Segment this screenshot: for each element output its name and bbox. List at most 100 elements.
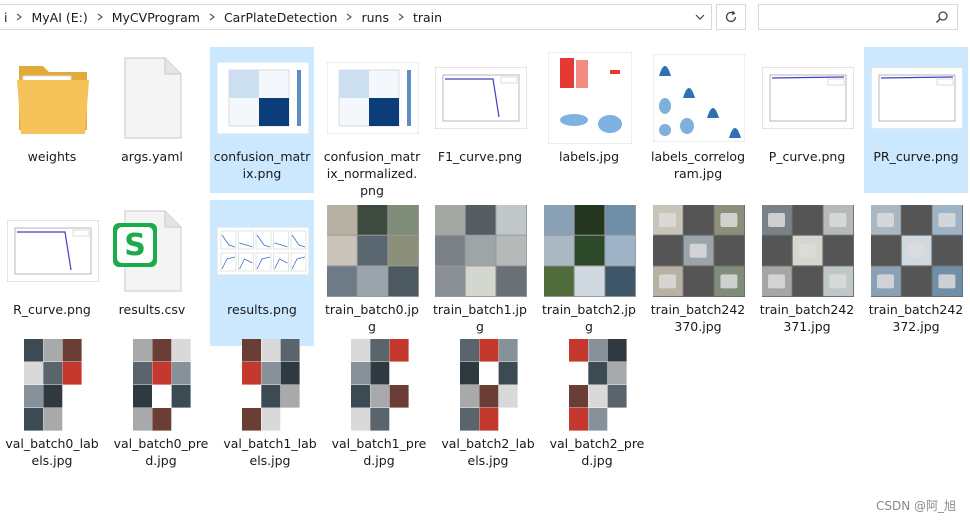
file-item[interactable]: confusion_matrix.png [210,47,314,193]
thumbnail-image [871,205,963,297]
file-thumbnail [871,52,963,144]
breadcrumb-separator[interactable] [342,5,356,29]
file-item[interactable]: val_batch1_pred.jpg [327,334,431,480]
file-thumbnail: S [107,205,199,297]
file-item[interactable]: val_batch0_pred.jpg [109,334,213,480]
file-item[interactable]: weights [0,47,104,193]
file-thumbnail [217,52,309,144]
file-name: val_batch0_pred.jpg [113,436,209,468]
thumbnail-image: S [113,210,182,292]
file-item[interactable]: results.png [210,200,314,346]
file-thumbnail [762,205,854,297]
thumbnail-image [548,52,632,144]
breadcrumb-separator[interactable] [205,5,219,29]
thumbnail-image [124,57,182,139]
file-thumbnail [7,339,99,431]
breadcrumb-item[interactable]: MyCVProgram [107,5,219,29]
file-name: PR_curve.png [873,149,959,164]
file-item[interactable]: labels_correlogram.jpg [646,47,750,193]
thumbnail-image [217,227,309,275]
breadcrumb-item[interactable]: runs [356,5,408,29]
breadcrumb-label: MyAI (E:) [31,9,88,25]
chevron-down-icon [695,14,705,20]
file-thumbnail [116,339,208,431]
search-input[interactable] [765,8,929,28]
file-item[interactable]: PR_curve.png [864,47,968,193]
file-name: train_batch0.jpg [325,302,419,334]
thumbnail-image [653,205,745,297]
file-item[interactable]: train_batch242371.jpg [755,200,859,346]
thumbnail-image [871,67,963,129]
file-item[interactable]: val_batch1_labels.jpg [218,334,322,480]
file-item[interactable]: train_batch1.jpg [428,200,532,346]
file-item[interactable]: R_curve.png [0,200,104,346]
file-item[interactable]: train_batch0.jpg [320,200,424,346]
breadcrumb-label: MyCVProgram [111,9,200,25]
breadcrumb-item[interactable]: CarPlateDetection [219,5,357,29]
thumbnail-image [7,220,99,282]
file-name: train_batch242372.jpg [868,302,964,334]
file-item[interactable]: F1_curve.png [428,47,532,193]
breadcrumb-label: train [412,9,443,25]
refresh-icon [725,10,737,23]
breadcrumb-separator[interactable] [93,5,107,29]
file-name: results.png [227,302,297,317]
file-name: F1_curve.png [437,149,523,164]
breadcrumb-item[interactable]: MyAI (E:) [26,5,106,29]
thumbnail-image [133,339,191,431]
file-name: labels_correlogram.jpg [650,149,746,181]
file-name: confusion_matrix_normalized.png [323,149,421,198]
file-thumbnail [7,205,99,297]
file-thumbnail [7,52,99,144]
address-toolbar: i MyAI (E:) MyCVProgram CarPlateDetection ru… [0,0,970,38]
thumbnail-image [327,205,419,297]
search-icon[interactable] [935,10,949,24]
watermark: CSDN @阿_旭 [875,499,956,513]
file-name: labels.jpg [558,149,620,164]
thumbnail-image [242,339,300,431]
file-thumbnail [217,205,309,297]
breadcrumb-item[interactable]: i [0,5,26,29]
file-item[interactable]: train_batch2.jpg [537,200,641,346]
file-item[interactable]: P_curve.png [755,47,859,193]
file-item[interactable]: val_batch0_labels.jpg [0,334,104,480]
file-name: val_batch1_pred.jpg [331,436,427,468]
file-thumbnail [327,205,419,297]
file-thumbnail [653,205,745,297]
file-thumbnail [552,339,644,431]
search-box[interactable] [758,4,958,30]
breadcrumb-separator[interactable] [394,5,408,29]
file-item[interactable]: confusion_matrix_normalized.png [320,47,424,198]
file-item[interactable]: val_batch2_pred.jpg [545,334,649,480]
address-history-dropdown[interactable] [689,5,711,29]
chevron-right-icon [347,13,353,21]
file-item[interactable]: val_batch2_labels.jpg [436,334,540,480]
file-name: val_batch1_labels.jpg [223,436,317,468]
file-name: train_batch242370.jpg [650,302,746,334]
file-item[interactable]: labels.jpg [537,47,641,193]
file-item[interactable]: train_batch242370.jpg [646,200,750,346]
breadcrumb-item[interactable]: train [408,5,447,29]
file-name: R_curve.png [13,302,91,317]
thumbnail-image [17,66,89,134]
file-name: val_batch2_labels.jpg [441,436,535,468]
svg-text:S: S [124,228,146,263]
thumbnail-image [460,339,518,431]
thumbnail-image [435,205,527,297]
breadcrumb-separator[interactable] [12,5,26,29]
address-bar[interactable]: i MyAI (E:) MyCVProgram CarPlateDetection ru… [0,4,712,30]
thumbnail-image [435,67,527,129]
thumbnail-image [24,339,82,431]
file-thumbnail [435,52,527,144]
chevron-right-icon [398,13,404,21]
thumbnail-image [217,62,309,134]
file-item[interactable]: args.yaml [100,47,204,193]
file-item[interactable]: Sresults.csv [100,200,204,346]
file-name: train_batch242371.jpg [759,302,855,334]
chevron-right-icon [97,13,103,21]
file-name: train_batch2.jpg [542,302,636,334]
file-thumbnail [762,52,854,144]
file-name: val_batch2_pred.jpg [549,436,645,468]
file-item[interactable]: train_batch242372.jpg [864,200,968,346]
refresh-button[interactable] [716,4,746,30]
